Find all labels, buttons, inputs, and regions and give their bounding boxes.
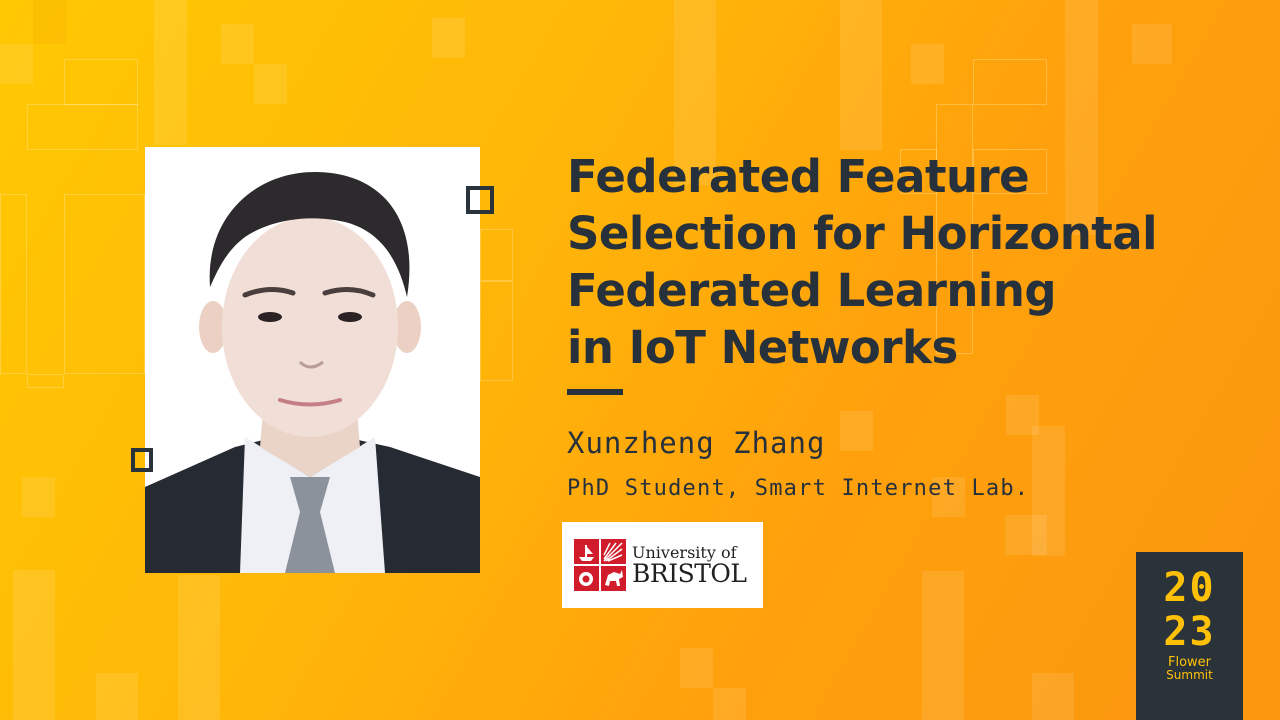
speaker-portrait-illustration: [145, 147, 480, 573]
background-grid-line: [0, 194, 27, 374]
university-wordmark: University of BRISTOL: [632, 544, 747, 588]
background-grid-line: [480, 229, 513, 281]
title-underline-divider: [567, 389, 623, 395]
talk-title: Federated Feature Selection for Horizont…: [567, 148, 1247, 376]
flower-summit-badge: 20 23 Flower Summit: [1136, 552, 1243, 720]
background-tile: [1032, 673, 1074, 720]
university-logo: University of BRISTOL: [562, 522, 763, 608]
background-tile: [840, 0, 882, 150]
background-tile: [911, 44, 944, 84]
title-line: in IoT Networks: [567, 321, 958, 374]
background-tile: [0, 44, 33, 84]
background-grid-line: [64, 194, 145, 374]
event-year: 20 23: [1163, 566, 1215, 654]
background-tile: [154, 0, 187, 145]
background-tile: [221, 24, 254, 64]
background-tile: [1005, 515, 1047, 555]
background-tile: [922, 571, 964, 720]
background-tile: [13, 570, 55, 720]
speaker-role: PhD Student, Smart Internet Lab.: [567, 476, 1030, 501]
speaker-name: Xunzheng Zhang: [567, 426, 826, 460]
decorative-square-icon: [131, 448, 153, 472]
background-tile: [33, 0, 66, 44]
background-grid-line: [64, 59, 138, 105]
background-tile: [254, 64, 287, 104]
speaker-photo: [145, 147, 480, 573]
university-crest-icon: [574, 539, 626, 591]
background-tile: [680, 648, 713, 688]
background-tile: [96, 673, 138, 720]
title-line: Federated Feature: [567, 150, 1030, 203]
background-tile: [713, 688, 746, 720]
background-grid-line: [973, 59, 1047, 105]
background-tile: [178, 575, 220, 720]
background-tile: [22, 477, 55, 517]
event-year-bottom: 23: [1163, 609, 1216, 655]
decorative-square-icon: [466, 186, 494, 214]
background-grid-line: [27, 104, 138, 150]
title-line: Federated Learning: [567, 264, 1057, 317]
background-tile: [1132, 24, 1172, 64]
background-grid-line: [480, 281, 513, 381]
event-name-line2: Summit: [1166, 668, 1213, 682]
background-tile: [840, 411, 873, 451]
background-grid-line: [27, 374, 64, 388]
title-line: Selection for Horizontal: [567, 207, 1158, 260]
background-tile: [432, 18, 465, 58]
university-name-line2: BRISTOL: [632, 558, 747, 588]
event-year-top: 20: [1163, 565, 1216, 611]
